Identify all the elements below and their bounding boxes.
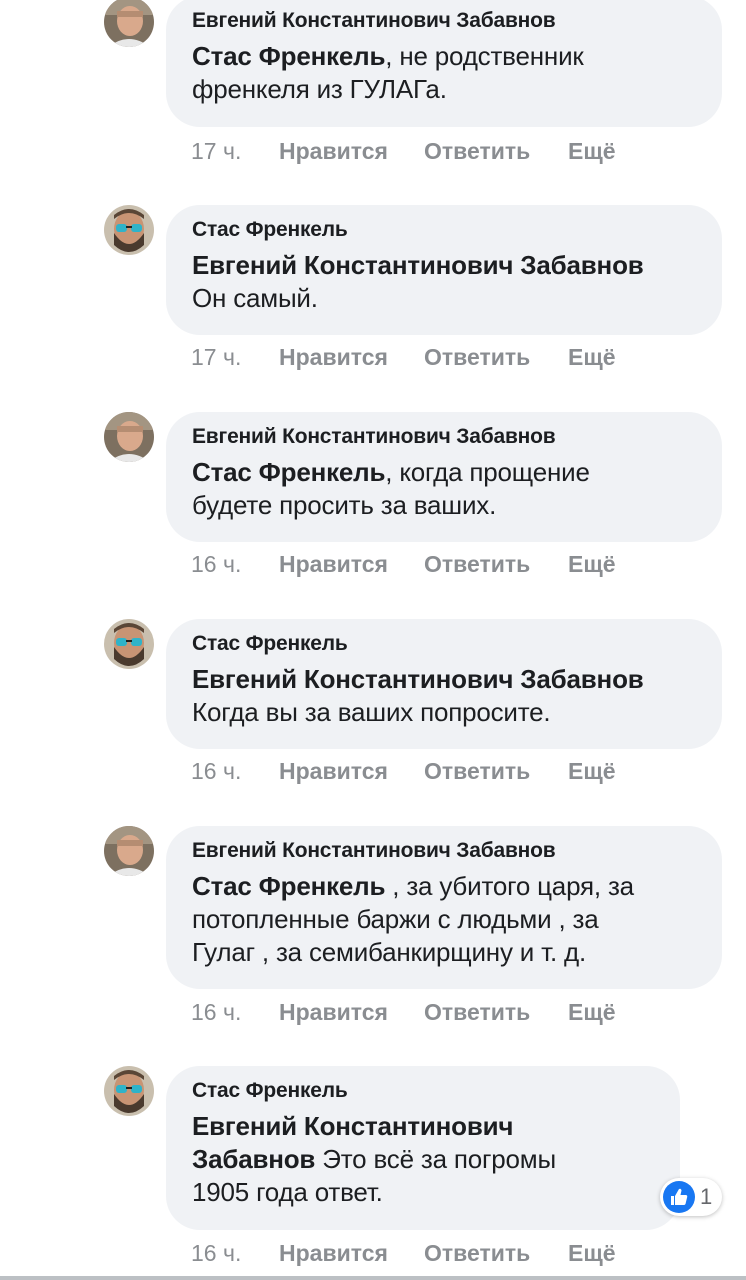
like-button[interactable]: Нравится [279, 549, 388, 579]
more-button[interactable]: Ещё [568, 549, 616, 579]
timestamp[interactable]: 16 ч. [191, 1238, 241, 1268]
comment-author[interactable]: Стас Френкель [192, 631, 698, 657]
reaction-count: 1 [700, 1184, 713, 1209]
frenkel-avatar[interactable] [104, 205, 154, 255]
mention-link[interactable]: Стас Френкель [192, 457, 385, 487]
zabavnov-avatar[interactable] [104, 412, 154, 462]
reply-button[interactable]: Ответить [424, 136, 530, 166]
comment-thread: Евгений Константинович Забавнов Стас Фре… [0, 0, 746, 1280]
more-button[interactable]: Ещё [568, 136, 616, 166]
thumbs-up-icon [663, 1181, 695, 1213]
timestamp[interactable]: 16 ч. [191, 549, 241, 579]
comment-text: Стас Френкель, когда прощение будете про… [192, 457, 590, 520]
reply-button[interactable]: Ответить [424, 342, 530, 372]
reaction-summary[interactable]: 1 [660, 1178, 722, 1216]
reply-button[interactable]: Ответить [424, 756, 530, 786]
mention-link[interactable]: Стас Френкель [192, 871, 385, 901]
comment-bubble: Стас Френкель Евгений Константинович Заб… [166, 619, 722, 749]
comment-author[interactable]: Стас Френкель [192, 1078, 656, 1104]
zabavnov-avatar[interactable] [104, 0, 154, 47]
frenkel-avatar[interactable] [104, 619, 154, 669]
mention-link[interactable]: Евгений Константинович [192, 1111, 513, 1141]
comment-text: Евгений Константинович Забавнов Это всё … [192, 1111, 556, 1207]
like-button[interactable]: Нравится [279, 136, 388, 166]
mention-link[interactable]: Евгений Константинович Забавнов [192, 664, 644, 694]
more-button[interactable]: Ещё [568, 1238, 616, 1268]
comment-bubble: Евгений Константинович Забавнов Стас Фре… [166, 826, 722, 989]
reply-button[interactable]: Ответить [424, 1238, 530, 1268]
reply-button[interactable]: Ответить [424, 549, 530, 579]
comment-text: Евгений Константинович Забавнов Он самый… [192, 250, 644, 313]
comment-text: Стас Френкель , за убитого царя, за пото… [192, 871, 634, 967]
like-button[interactable]: Нравится [279, 756, 388, 786]
comment-bubble: Стас Френкель Евгений Константинович Заб… [166, 205, 722, 335]
more-button[interactable]: Ещё [568, 756, 616, 786]
bottom-divider [0, 1276, 746, 1280]
mention-link[interactable]: Евгений Константинович Забавнов [192, 250, 644, 280]
comment-text: Евгений Константинович Забавнов Когда вы… [192, 664, 644, 727]
reply-button[interactable]: Ответить [424, 997, 530, 1027]
comment-bubble: Стас Френкель Евгений Константинович Заб… [166, 1066, 680, 1230]
timestamp[interactable]: 17 ч. [191, 136, 241, 166]
frenkel-avatar[interactable] [104, 1066, 154, 1116]
zabavnov-avatar[interactable] [104, 826, 154, 876]
comment-text: Стас Френкель, не родственник френкеля и… [192, 41, 584, 104]
comment-author[interactable]: Евгений Константинович Забавнов [192, 424, 698, 450]
timestamp[interactable]: 17 ч. [191, 342, 241, 372]
more-button[interactable]: Ещё [568, 342, 616, 372]
more-button[interactable]: Ещё [568, 997, 616, 1027]
comment-author[interactable]: Евгений Константинович Забавнов [192, 838, 698, 864]
like-button[interactable]: Нравится [279, 997, 388, 1027]
comment-author[interactable]: Евгений Константинович Забавнов [192, 8, 698, 34]
timestamp[interactable]: 16 ч. [191, 756, 241, 786]
mention-link[interactable]: Забавнов [192, 1144, 315, 1174]
comment-bubble: Евгений Константинович Забавнов Стас Фре… [166, 0, 722, 127]
like-button[interactable]: Нравится [279, 1238, 388, 1268]
timestamp[interactable]: 16 ч. [191, 997, 241, 1027]
comment-author[interactable]: Стас Френкель [192, 217, 698, 243]
mention-link[interactable]: Стас Френкель [192, 41, 385, 71]
like-button[interactable]: Нравится [279, 342, 388, 372]
comment-bubble: Евгений Константинович Забавнов Стас Фре… [166, 412, 722, 542]
